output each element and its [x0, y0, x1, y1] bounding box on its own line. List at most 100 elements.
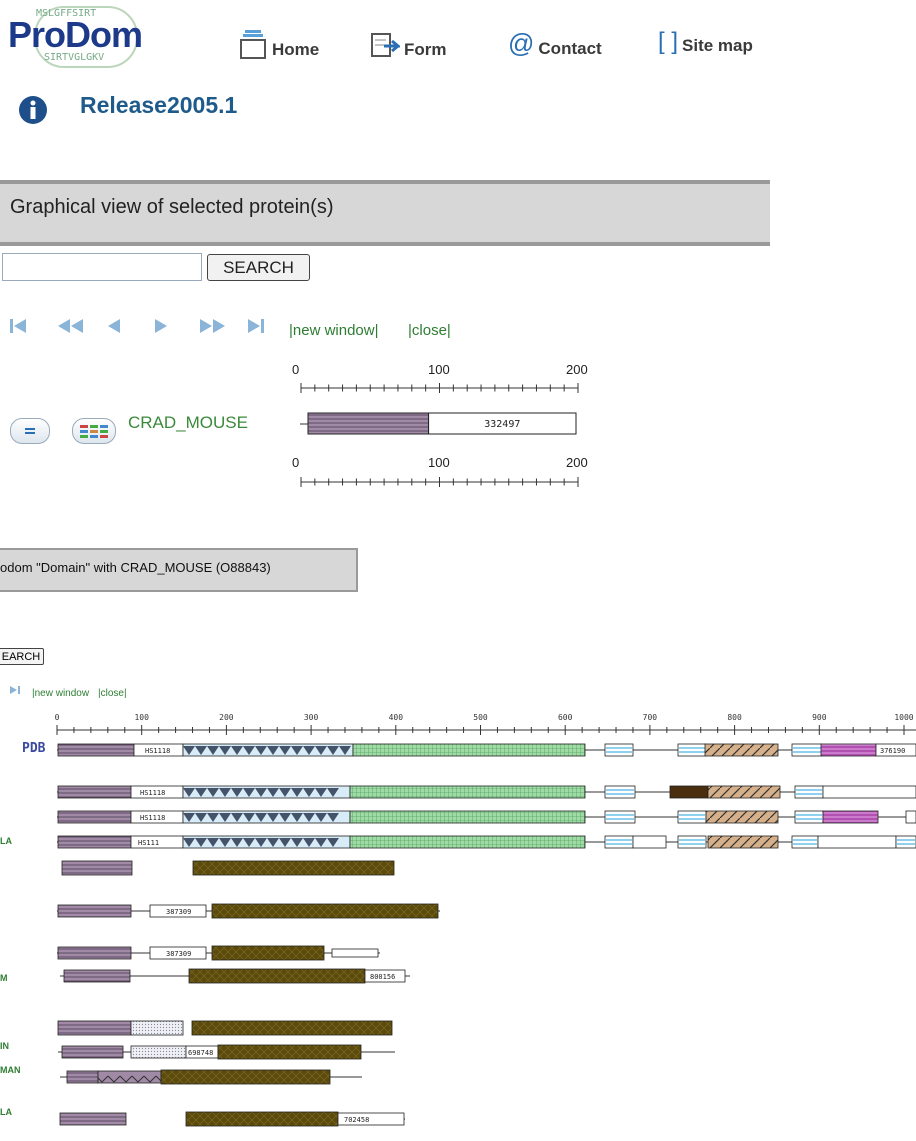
logo-bottom-sequence: SIRTVGLGKV: [44, 52, 105, 63]
protein-name-link[interactable]: CRAD_MOUSE: [128, 413, 248, 433]
domain-block-zigzag[interactable]: [97, 1070, 162, 1084]
domain-block-blue[interactable]: [604, 743, 634, 757]
domain-block-triangle[interactable]: [182, 743, 354, 757]
domains-button[interactable]: [72, 418, 116, 444]
domain-block-white[interactable]: [905, 810, 916, 824]
domain-block-blue[interactable]: [677, 810, 707, 824]
next-icon[interactable]: [155, 319, 167, 333]
domain-block-olive[interactable]: [188, 968, 366, 984]
domain-block-purple[interactable]: [57, 743, 135, 757]
scale-min-bottom: 0: [292, 455, 300, 470]
domain-block-purple[interactable]: [57, 785, 132, 799]
first-icon[interactable]: [10, 319, 26, 333]
domain-block-purple[interactable]: [307, 412, 430, 435]
search-button[interactable]: SEARCH: [207, 254, 310, 281]
scale-tick-label: 100: [134, 713, 149, 722]
nav-form-label: Form: [404, 40, 447, 59]
domain-block-olive[interactable]: [191, 1020, 393, 1036]
domain-block-blue[interactable]: [791, 835, 819, 849]
domain-block-purple[interactable]: [57, 835, 132, 849]
prodom-logo[interactable]: MSLGFFSIRT ProDom SIRTVGLGKV: [4, 4, 154, 68]
domain-id-label: 800156: [370, 973, 395, 981]
domain-block-purple[interactable]: [63, 969, 131, 983]
big-scale-ruler: 0 100 200 300 400 500 600 700 800 900 1000: [55, 713, 916, 735]
page-title: Graphical view of selected protein(s): [10, 196, 334, 218]
domain-block-blue[interactable]: [794, 810, 824, 824]
domain-label: 332497: [484, 419, 520, 430]
domain-block-olive[interactable]: [211, 903, 439, 919]
domain-block-purple[interactable]: [57, 1020, 132, 1036]
domain-block-blue[interactable]: [794, 785, 824, 799]
nav-home[interactable]: Home: [238, 28, 319, 60]
domain-block-dotted[interactable]: [130, 1045, 187, 1059]
domain-block-purple[interactable]: [59, 1112, 127, 1126]
domain-block-magenta[interactable]: [822, 810, 879, 824]
release-title[interactable]: Release2005.1: [80, 92, 237, 119]
domain-block-blue[interactable]: [895, 835, 916, 849]
domain-block-green[interactable]: [349, 835, 586, 849]
last-icon[interactable]: [248, 319, 264, 333]
nav-home-label: Home: [272, 40, 320, 59]
scale-tick-label: 0: [55, 713, 60, 722]
domain-block-olive[interactable]: [211, 945, 325, 961]
domain-block-purple[interactable]: [57, 946, 132, 960]
domain-block-dotted[interactable]: [130, 1020, 184, 1036]
domain-block-green[interactable]: [349, 785, 586, 799]
domain-block-purple[interactable]: [57, 904, 132, 918]
nav-contact-label: Contact: [538, 39, 602, 58]
at-icon: @: [508, 28, 535, 58]
domain-block-triangle[interactable]: [182, 835, 351, 849]
domain-block-white[interactable]: [632, 835, 667, 849]
domain-block-green[interactable]: [352, 743, 586, 757]
fast-forward-icon[interactable]: [200, 319, 225, 333]
expand-button[interactable]: [10, 418, 50, 444]
domain-block-purple[interactable]: [61, 860, 133, 876]
domain-block-green[interactable]: [349, 810, 586, 824]
domain-block-tan[interactable]: [704, 743, 779, 757]
prev-icon[interactable]: [108, 319, 120, 333]
domain-block-tan[interactable]: [705, 810, 779, 824]
equals-icon: [25, 428, 35, 434]
secondary-close-link[interactable]: |close|: [98, 688, 127, 699]
secondary-new-window-link[interactable]: |new window: [32, 688, 89, 699]
domain-block-blue[interactable]: [791, 743, 823, 757]
fast-back-icon[interactable]: [58, 319, 83, 333]
secondary-search-button[interactable]: EARCH: [0, 648, 44, 665]
domain-block-blue[interactable]: [604, 835, 634, 849]
domain-block-olive[interactable]: [185, 1111, 339, 1127]
new-window-link[interactable]: |new window|: [289, 322, 379, 339]
pdb-logo[interactable]: PDB: [22, 741, 46, 756]
nav-sitemap[interactable]: [ ] Site map: [658, 28, 753, 56]
secondary-last-icon[interactable]: [8, 684, 22, 696]
domain-block-triangle[interactable]: [182, 810, 351, 824]
domain-block-blue[interactable]: [604, 785, 636, 799]
form-icon: [371, 33, 400, 57]
domain-block-olive[interactable]: [192, 860, 395, 876]
domain-id-label: 387309: [166, 908, 191, 916]
scale-max-top: 200: [566, 362, 588, 377]
domain-block-olive[interactable]: [160, 1069, 331, 1085]
domain-block-purple[interactable]: [61, 1045, 124, 1059]
domain-block-blue[interactable]: [604, 810, 636, 824]
domain-block-olive[interactable]: [217, 1044, 362, 1060]
info-icon: [19, 96, 47, 124]
domain-block-blue[interactable]: [677, 835, 707, 849]
search-input[interactable]: [2, 253, 202, 281]
domain-grid-icon: [80, 425, 108, 438]
domain-block-tan[interactable]: [707, 785, 781, 799]
domain-id-label: 698748: [188, 1049, 213, 1057]
domain-block-tan[interactable]: [707, 835, 779, 849]
nav-contact[interactable]: @ Contact: [508, 28, 602, 59]
nav-form[interactable]: Form: [370, 28, 447, 60]
domain-block-white[interactable]: [817, 835, 897, 849]
domain-block-white[interactable]: [331, 948, 379, 958]
domain-block-blue[interactable]: [677, 743, 707, 757]
domain-block-purple[interactable]: [66, 1070, 99, 1084]
brackets-icon: [ ]: [658, 28, 679, 55]
domain-block-purple[interactable]: [57, 810, 132, 824]
domain-block-white[interactable]: [822, 785, 916, 799]
domain-block-triangle[interactable]: [182, 785, 351, 799]
close-link[interactable]: |close|: [408, 322, 451, 339]
domain-block-magenta[interactable]: [820, 743, 877, 757]
domain-block-brown[interactable]: [669, 785, 709, 799]
